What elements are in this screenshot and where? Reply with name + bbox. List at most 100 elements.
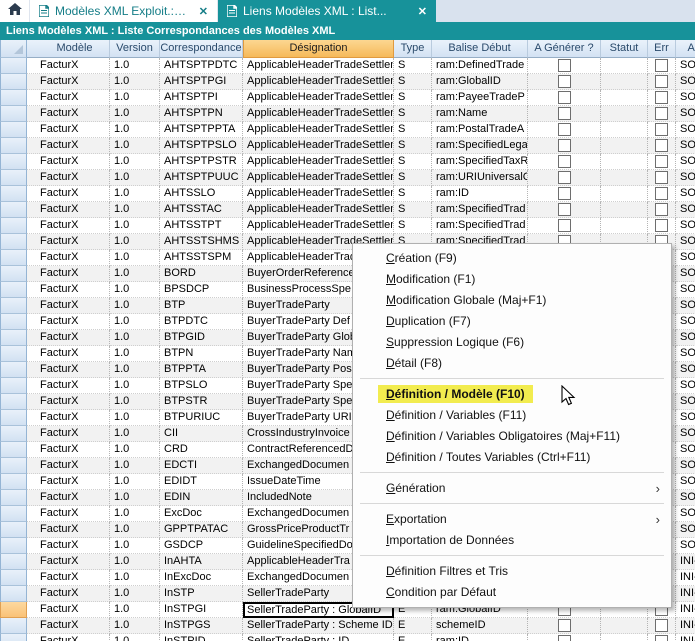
cell-act[interactable]: SOR xyxy=(676,250,695,266)
cell-modele[interactable]: FacturX xyxy=(27,458,110,474)
table-row[interactable]: FacturX 1.0 AHTSPTPSLO ApplicableHeaderT… xyxy=(0,138,695,154)
cell-designation[interactable]: ApplicableHeaderTradeSettlem xyxy=(243,90,394,106)
err-checkbox[interactable] xyxy=(655,219,668,232)
column-header-designation[interactable]: Désignation xyxy=(243,40,394,58)
cell-act[interactable]: SOR xyxy=(676,506,695,522)
cell-act[interactable]: SOR xyxy=(676,458,695,474)
cell-act[interactable]: SOR xyxy=(676,154,695,170)
cell-balise-debut[interactable]: ram:PostalTradeA xyxy=(432,122,528,138)
row-selector[interactable] xyxy=(0,378,27,394)
cell-correspondance[interactable]: BTPPTA xyxy=(160,362,243,378)
cell-version[interactable]: 1.0 xyxy=(110,522,160,538)
cell-modele[interactable]: FacturX xyxy=(27,106,110,122)
cell-version[interactable]: 1.0 xyxy=(110,90,160,106)
cell-correspondance[interactable]: AHTSSLO xyxy=(160,186,243,202)
cell-correspondance[interactable]: AHTSPTPUUC xyxy=(160,170,243,186)
cell-type[interactable]: S xyxy=(394,202,432,218)
table-row[interactable]: FacturX 1.0 InSTPGS SellerTradeParty : S… xyxy=(0,618,695,634)
cell-act[interactable]: SOR xyxy=(676,330,695,346)
row-selector[interactable] xyxy=(0,74,27,90)
cell-designation[interactable]: SellerTradeParty : Scheme ID xyxy=(243,618,394,634)
cell-correspondance[interactable]: BTP xyxy=(160,298,243,314)
cell-act[interactable]: SOR xyxy=(676,522,695,538)
cell-modele[interactable]: FacturX xyxy=(27,346,110,362)
row-selector[interactable] xyxy=(0,634,27,641)
cell-act[interactable]: SOR xyxy=(676,122,695,138)
cell-act[interactable]: INI-C xyxy=(676,602,695,618)
cell-version[interactable]: 1.0 xyxy=(110,250,160,266)
a-generer-checkbox[interactable] xyxy=(558,59,571,72)
cell-modele[interactable]: FacturX xyxy=(27,122,110,138)
row-selector[interactable] xyxy=(0,154,27,170)
cell-modele[interactable]: FacturX xyxy=(27,74,110,90)
cell-designation[interactable]: ApplicableHeaderTradeSettlem xyxy=(243,106,394,122)
cell-version[interactable]: 1.0 xyxy=(110,362,160,378)
cell-modele[interactable]: FacturX xyxy=(27,522,110,538)
cell-correspondance[interactable]: AHTSSTPT xyxy=(160,218,243,234)
cell-modele[interactable]: FacturX xyxy=(27,490,110,506)
row-selector[interactable] xyxy=(0,186,27,202)
a-generer-checkbox[interactable] xyxy=(558,203,571,216)
cell-act[interactable]: SOR xyxy=(676,106,695,122)
cell-type[interactable]: S xyxy=(394,90,432,106)
cell-act[interactable]: SOR xyxy=(676,362,695,378)
err-checkbox[interactable] xyxy=(655,187,668,200)
column-header-err[interactable]: Err xyxy=(648,40,676,58)
cell-modele[interactable]: FacturX xyxy=(27,154,110,170)
cell-act[interactable]: SOR xyxy=(676,346,695,362)
a-generer-checkbox[interactable] xyxy=(558,187,571,200)
cell-version[interactable]: 1.0 xyxy=(110,586,160,602)
cell-act[interactable]: SOR xyxy=(676,410,695,426)
cell-version[interactable]: 1.0 xyxy=(110,218,160,234)
cell-balise-debut[interactable]: ram:PayeeTradeP xyxy=(432,90,528,106)
row-selector[interactable] xyxy=(0,570,27,586)
cell-modele[interactable]: FacturX xyxy=(27,314,110,330)
cell-balise-debut[interactable]: ram:URIUniversalC xyxy=(432,170,528,186)
context-menu-item[interactable]: Définition Filtres et Tris xyxy=(353,561,671,582)
cell-modele[interactable]: FacturX xyxy=(27,618,110,634)
cell-act[interactable]: SOR xyxy=(676,282,695,298)
cell-version[interactable]: 1.0 xyxy=(110,314,160,330)
cell-correspondance[interactable]: GPPTPATAC xyxy=(160,522,243,538)
row-selector[interactable] xyxy=(0,122,27,138)
context-menu-item[interactable]: Importation de Données xyxy=(353,530,671,551)
cell-correspondance[interactable]: BTPURIUC xyxy=(160,410,243,426)
cell-correspondance[interactable]: EDIDT xyxy=(160,474,243,490)
row-selector[interactable] xyxy=(0,362,27,378)
cell-version[interactable]: 1.0 xyxy=(110,330,160,346)
err-checkbox[interactable] xyxy=(655,139,668,152)
table-row[interactable]: FacturX 1.0 AHTSPTPUUC ApplicableHeaderT… xyxy=(0,170,695,186)
cell-modele[interactable]: FacturX xyxy=(27,538,110,554)
cell-type[interactable]: E xyxy=(394,634,432,641)
cell-correspondance[interactable]: BTPSTR xyxy=(160,394,243,410)
cell-version[interactable]: 1.0 xyxy=(110,490,160,506)
row-selector[interactable] xyxy=(0,250,27,266)
cell-modele[interactable]: FacturX xyxy=(27,330,110,346)
home-tab[interactable] xyxy=(0,0,30,22)
column-header-version[interactable]: Version xyxy=(110,40,160,58)
cell-correspondance[interactable]: BTPN xyxy=(160,346,243,362)
cell-correspondance[interactable]: AHTSSTAC xyxy=(160,202,243,218)
err-checkbox[interactable] xyxy=(655,123,668,136)
cell-version[interactable]: 1.0 xyxy=(110,266,160,282)
cell-modele[interactable]: FacturX xyxy=(27,266,110,282)
cell-version[interactable]: 1.0 xyxy=(110,138,160,154)
cell-act[interactable]: INI-C xyxy=(676,554,695,570)
column-header-type[interactable]: Type xyxy=(394,40,432,58)
cell-version[interactable]: 1.0 xyxy=(110,170,160,186)
cell-act[interactable]: INI-C xyxy=(676,618,695,634)
cell-act[interactable]: SOR xyxy=(676,490,695,506)
table-row[interactable]: FacturX 1.0 AHTSPTPPTA ApplicableHeaderT… xyxy=(0,122,695,138)
tab-modeles-xml[interactable]: Modèles XML Exploit.:M... ✕ xyxy=(30,0,218,22)
cell-balise-debut[interactable]: ram:SpecifiedTaxR xyxy=(432,154,528,170)
cell-modele[interactable]: FacturX xyxy=(27,378,110,394)
cell-modele[interactable]: FacturX xyxy=(27,282,110,298)
cell-act[interactable]: SOR xyxy=(676,538,695,554)
context-menu-item[interactable]: Modification Globale (Maj+F1) xyxy=(353,290,671,311)
cell-modele[interactable]: FacturX xyxy=(27,362,110,378)
cell-type[interactable]: S xyxy=(394,218,432,234)
cell-act[interactable]: SOR xyxy=(676,58,695,74)
cell-type[interactable]: S xyxy=(394,186,432,202)
cell-correspondance[interactable]: EDCTI xyxy=(160,458,243,474)
cell-correspondance[interactable]: ExcDoc xyxy=(160,506,243,522)
